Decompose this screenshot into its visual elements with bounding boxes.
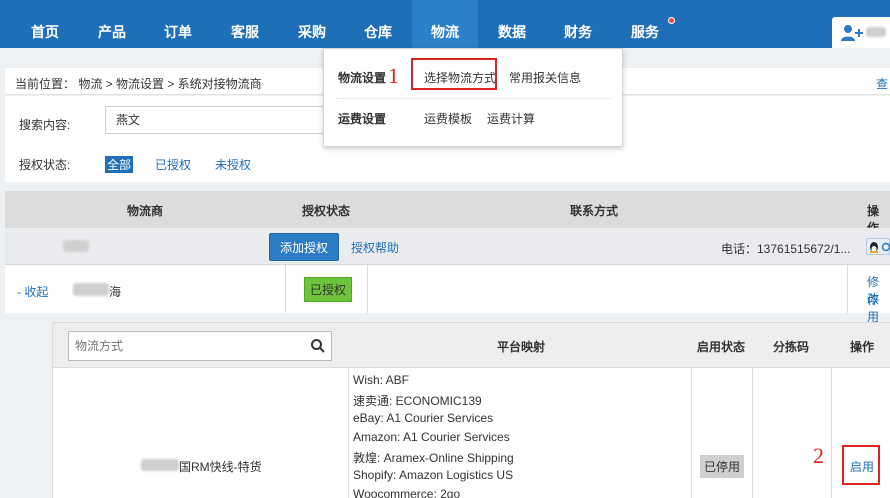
nav-item-logistics[interactable]: 物流 [412, 0, 478, 48]
column-divider [348, 368, 349, 498]
filter-authorized[interactable]: 已授权 [155, 156, 191, 173]
sub-table-header: 平台映射 启用状态 分拣码 操作 [53, 323, 890, 368]
top-nav: 首页 产品 订单 客服 采购 仓库 物流 数据 财务 服务 [0, 0, 890, 48]
logistics-provider-table: 物流商 授权状态 联系方式 操作 添加授权 授权帮助 电话：1376151567… [5, 191, 890, 324]
method-name-blurred [141, 459, 179, 471]
filter-unauthorized[interactable]: 未授权 [215, 156, 251, 173]
column-divider [691, 368, 692, 498]
freight-template-link[interactable]: 运费模板 [424, 110, 472, 127]
annotation-box-enable [842, 445, 880, 485]
column-divider [752, 368, 753, 498]
search-input[interactable]: 燕文 [105, 106, 335, 134]
nav-item-purchasing[interactable]: 采购 [279, 0, 345, 48]
mapping-line: Shopify: Amazon Logistics US [353, 468, 514, 482]
search-icon[interactable] [310, 338, 326, 354]
authorization-help-link[interactable]: 授权帮助 [351, 239, 399, 256]
customs-info-link[interactable]: 常用报关信息 [509, 69, 581, 86]
dropdown-group-title: 运费设置 [338, 112, 387, 126]
mapping-line: 速卖通: ECONOMIC139 [353, 394, 482, 408]
annotation-number-1: 1 [388, 63, 399, 88]
breadcrumb-text: 当前位置： 物流 > 物流设置 > 系统对接物流商 [15, 77, 262, 91]
mapping-line: 敦煌: Aramex-Online Shipping [353, 451, 514, 465]
disabled-status-badge: 已停用 [700, 455, 745, 478]
header-auth-status: 授权状态 [302, 204, 351, 218]
column-divider [367, 265, 368, 313]
mapping-line: Amazon: A1 Courier Services [353, 430, 510, 444]
dropdown-group-title: 物流设置 [338, 71, 387, 85]
user-name-blurred [866, 27, 886, 37]
header-platform-mapping: 平台映射 [497, 340, 546, 354]
filter-all[interactable]: 全部 [105, 156, 134, 173]
auth-filter-label: 授权状态: [19, 158, 71, 172]
shipping-method-table: 平台映射 启用状态 分拣码 操作 国RM快线-特货 Wish: ABF 速卖通:… [52, 322, 890, 498]
qq-penguin-icon [870, 242, 890, 253]
annotation-number-2: 2 [813, 443, 824, 468]
table-row: - 收起 海 已授权 修改 停用 [5, 265, 890, 324]
notification-dot [668, 17, 675, 24]
nav-item-home[interactable]: 首页 [12, 0, 78, 48]
shipping-method-name: 国RM快线-特货 [179, 460, 262, 474]
header-enable-status: 启用状态 [697, 340, 746, 354]
authorized-status-badge: 已授权 [304, 277, 353, 302]
provider-name-blurred [73, 283, 109, 296]
column-divider [847, 265, 848, 313]
header-sorting-code: 分拣码 [773, 340, 810, 354]
logistics-dropdown-menu: 物流设置 1 选择物流方式 常用报关信息 运费设置 运费模板 运费计算 [323, 48, 623, 147]
shipping-method-search-input[interactable] [75, 338, 295, 354]
provider-name-suffix: 海 [109, 285, 122, 299]
nav-item-data[interactable]: 数据 [479, 0, 545, 48]
nav-item-products[interactable]: 产品 [79, 0, 145, 48]
nav-item-finance[interactable]: 财务 [545, 0, 611, 48]
column-divider [285, 265, 286, 313]
mapping-line: Wish: ABF [353, 373, 410, 387]
table-row: 添加授权 授权帮助 电话：13761515672/1... [5, 228, 890, 265]
nav-item-orders[interactable]: 订单 [145, 0, 211, 48]
qq-icon[interactable] [866, 238, 890, 255]
view-link[interactable]: 查 [876, 75, 888, 92]
shipping-method-search[interactable] [68, 331, 332, 361]
provider-logo-blurred [63, 240, 89, 252]
user-menu[interactable] [832, 17, 890, 48]
disable-link[interactable]: 停用 [867, 291, 890, 325]
header-provider: 物流商 [127, 204, 164, 218]
nav-item-customer-service[interactable]: 客服 [212, 0, 278, 48]
nav-item-services[interactable]: 服务 [612, 0, 678, 48]
user-icon [841, 25, 863, 41]
header-sub-actions: 操作 [850, 340, 875, 354]
header-contact: 联系方式 [570, 204, 619, 218]
collapse-link[interactable]: - 收起 [17, 283, 48, 300]
dropdown-separator [336, 98, 612, 99]
search-label: 搜索内容: [19, 118, 71, 132]
column-divider [831, 368, 832, 498]
add-authorization-button[interactable]: 添加授权 [269, 233, 339, 261]
freight-calculator-link[interactable]: 运费计算 [487, 110, 535, 127]
annotation-box-select-method [411, 58, 497, 90]
contact-phone: 电话：13761515672/1... [721, 242, 851, 256]
table-header: 物流商 授权状态 联系方式 操作 [5, 191, 890, 235]
mapping-line: Woocommerce: 2go [353, 487, 461, 498]
mapping-line: eBay: A1 Courier Services [353, 411, 494, 425]
nav-item-warehouse[interactable]: 仓库 [345, 0, 411, 48]
